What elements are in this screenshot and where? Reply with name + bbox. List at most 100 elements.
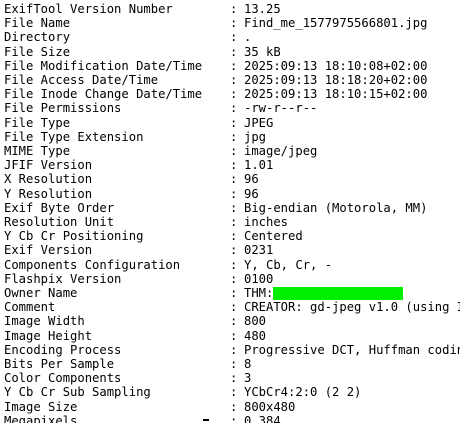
metadata-value: 96 [244,187,259,202]
metadata-separator: : [230,44,238,59]
metadata-separator: : [230,399,238,414]
metadata-row: Exif Byte Order: Big-endian (Motorola, MM… [4,201,460,216]
metadata-value: CREATOR: gd-jpeg v1.0 (using IJ [244,300,460,315]
metadata-separator: : [230,229,238,244]
metadata-row: Encoding Process: Progressive DCT, Huffma… [4,343,460,358]
metadata-row: Resolution Unit: inches [4,215,460,230]
metadata-key: ExifTool Version Number [4,2,173,16]
metadata-value: 2025:09:13 18:18:20+02:00 [244,73,427,88]
metadata-value-text: 0231 [244,243,274,258]
metadata-value: 35 kB [244,45,281,60]
metadata-value-text: 3 [244,371,252,386]
metadata-value-text: image/jpeg [244,144,318,158]
metadata-key: Image Size [4,399,78,414]
text-cursor [203,419,209,421]
metadata-row: Comment: CREATOR: gd-jpeg v1.0 (using IJ [4,300,460,315]
metadata-separator: : [230,215,238,229]
metadata-row: Image Width:800 [4,314,460,329]
metadata-value-text: 2025:09:13 18:10:08+02:00 [244,58,428,73]
metadata-separator: : [230,357,238,371]
metadata-key: File Permissions [4,101,122,116]
metadata-key: Image Height [4,328,93,343]
metadata-key: File Type [4,115,71,130]
metadata-row: Y Cb Cr Sub Sampling: YCbCr4:2:0 (2 2) [4,385,460,400]
metadata-separator: : [230,115,238,130]
metadata-row: File Name: Find_me_1577975566801.jpg [4,16,460,31]
metadata-value-text: 0.384 [244,413,281,423]
metadata-separator: : [230,243,238,258]
metadata-separator: : [230,286,238,300]
metadata-value-text: Y, Cb, Cr, - [244,257,333,272]
metadata-key: Comment [4,300,56,315]
metadata-separator: : [230,300,238,315]
metadata-row: ExifTool Version Number:13.25 [4,2,460,17]
metadata-value-text: 800x480 [244,399,296,414]
metadata-value-text: 0100 [244,271,274,286]
metadata-key: Megapixels [4,413,78,423]
metadata-value-text: 96 [244,172,259,187]
metadata-separator: : [230,342,238,357]
metadata-value: inches [244,215,288,230]
metadata-value: image/jpeg [244,144,317,159]
metadata-value-text: 8 [244,357,252,371]
metadata-value-text: 2025:09:13 18:10:15+02:00 [244,87,428,102]
metadata-key: Exif Byte Order [4,200,115,215]
metadata-key: File Size [4,44,71,59]
metadata-key: File Access Date/Time [4,73,159,87]
metadata-value-text: THM: [244,286,274,300]
metadata-value: 480 [244,329,266,344]
metadata-separator: : [230,144,238,158]
metadata-key: JFIF Version [4,158,93,173]
metadata-key: X Resolution [4,172,93,187]
metadata-value: 800x480 [244,400,295,415]
metadata-value: 0.384 [244,414,281,423]
metadata-separator: : [230,186,238,201]
metadata-value-text: CREATOR: gd-jpeg v1.0 (using IJ [244,300,460,315]
metadata-value: JPEG [244,116,273,131]
metadata-key: File Type Extension [4,129,144,144]
metadata-row: Flashpix Version:0100 [4,272,460,287]
metadata-value: jpg [244,130,266,145]
metadata-value: YCbCr4:2:0 (2 2) [244,385,361,400]
metadata-key: Bits Per Sample [4,357,115,371]
metadata-key: Y Resolution [4,186,93,201]
metadata-row: Directory:. [4,30,460,45]
metadata-row: Owner Name: THM: [4,286,460,301]
metadata-key: Exif Version [4,243,93,258]
metadata-value-text: 800 [244,314,267,329]
metadata-value-text: -rw-r--r-- [244,101,318,116]
metadata-value-text: Centered [244,229,303,244]
metadata-key: File Modification Date/Time [4,58,203,73]
metadata-separator: : [230,385,238,400]
metadata-key: Encoding Process [4,342,122,357]
metadata-row: File Type: JPEG [4,116,460,131]
metadata-separator: : [230,257,238,272]
metadata-row: File Modification Date/Time:2025:09:13 1… [4,59,460,74]
metadata-value-text: 2025:09:13 18:18:20+02:00 [244,73,428,87]
metadata-key: Directory [4,30,71,45]
metadata-row: MIME Type: image/jpeg [4,144,460,159]
metadata-value: Find_me_1577975566801.jpg [244,16,427,31]
metadata-value: . [244,30,251,45]
metadata-separator: : [230,172,238,187]
metadata-value: 2025:09:13 18:10:15+02:00 [244,87,427,102]
metadata-separator: : [230,371,238,386]
metadata-value-text: Find_me_1577975566801.jpg [244,16,428,31]
metadata-key: Flashpix Version [4,271,122,286]
metadata-value: Y, Cb, Cr, - [244,258,332,273]
metadata-row: Y Cb Cr Positioning: Centered [4,229,460,244]
terminal-output[interactable]: ExifTool Version Number:13.25 File Name: F… [0,0,460,423]
metadata-key: Image Width [4,314,85,329]
metadata-value: 96 [244,172,259,187]
metadata-row: File Size:35 kB [4,45,460,60]
metadata-row: X Resolution:96 [4,172,460,187]
metadata-value-text: 96 [244,186,259,201]
metadata-row: Bits Per Sample:8 [4,357,460,372]
metadata-separator: : [230,73,238,87]
metadata-value-text: 35 kB [244,44,281,59]
metadata-key: Color Components [4,371,122,386]
metadata-separator: : [230,101,238,116]
metadata-value: 0231 [244,243,273,258]
metadata-key: Y Cb Cr Positioning [4,229,144,244]
metadata-row: Color Components:3 [4,371,460,386]
